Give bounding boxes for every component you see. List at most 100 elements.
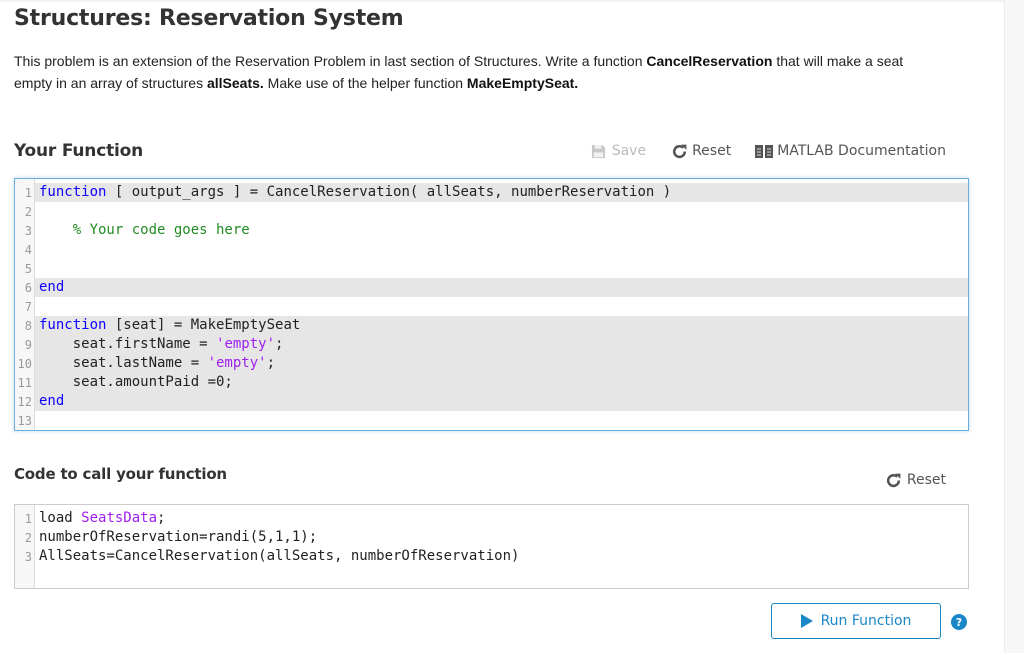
- code-line[interactable]: 11 seat.amountPaid =0;: [15, 373, 968, 392]
- line-number: 8: [24, 318, 32, 333]
- code-token: seat.firstName =: [39, 336, 217, 352]
- code-text[interactable]: seat.amountPaid =0;: [35, 373, 968, 392]
- documentation-label: MATLAB Documentation: [777, 143, 946, 159]
- string-token: 'empty': [207, 355, 267, 371]
- keyword-token: end: [39, 393, 65, 409]
- matlab-documentation-link[interactable]: MATLAB Documentation: [755, 142, 946, 160]
- line-number: 7: [24, 299, 32, 314]
- code-text[interactable]: seat.firstName = 'empty';: [35, 335, 968, 354]
- description-text: Make use of the helper function: [263, 75, 467, 91]
- code-text[interactable]: function [ output_args ] = CancelReserva…: [35, 183, 968, 202]
- code-token: load: [39, 510, 82, 526]
- code-token: [ output_args ] = CancelReservation( all…: [106, 184, 672, 200]
- description-emphasis: MakeEmptySeat.: [466, 75, 579, 91]
- code-text[interactable]: [35, 259, 968, 278]
- line-number: 2: [24, 530, 32, 545]
- call-code-editor[interactable]: 1 load SeatsData; 2 numberOfReservation=ran…: [14, 504, 969, 589]
- line-number: 4: [24, 242, 32, 257]
- line-number: 12: [17, 394, 32, 409]
- code-lines: 1 function [ output_args ] = CancelReserv…: [15, 183, 968, 430]
- string-token: SeatsData: [81, 510, 158, 526]
- code-line[interactable]: 4: [15, 240, 968, 259]
- floppy-disk-icon: [590, 142, 608, 160]
- code-text[interactable]: [35, 297, 968, 316]
- refresh-icon: [885, 471, 903, 489]
- line-number: 2: [24, 204, 32, 219]
- line-number: 13: [17, 413, 32, 428]
- code-line[interactable]: 1 load SeatsData;: [15, 509, 968, 528]
- code-lines: 1 load SeatsData; 2 numberOfReservation=ran…: [15, 509, 968, 566]
- keyword-token: function: [39, 317, 107, 333]
- string-token: 'empty': [216, 336, 276, 352]
- code-text[interactable]: end: [35, 278, 968, 297]
- play-icon: [800, 614, 813, 628]
- page-title: Structures: Reservation System: [14, 6, 404, 31]
- run-function-button[interactable]: Run Function: [771, 603, 941, 639]
- code-line[interactable]: 2: [15, 202, 968, 221]
- line-number: 6: [24, 280, 32, 295]
- line-number: 9: [24, 337, 32, 352]
- line-number: 3: [24, 549, 32, 564]
- description-emphasis: allSeats.: [206, 75, 264, 91]
- code-text[interactable]: [35, 240, 968, 259]
- code-text[interactable]: seat.lastName = 'empty';: [35, 354, 968, 373]
- code-text[interactable]: end: [35, 392, 968, 411]
- your-function-title: Your Function: [14, 141, 144, 161]
- code-text[interactable]: load SeatsData;: [35, 509, 968, 528]
- code-token: numberOfReservation=randi(5,1,1);: [39, 529, 318, 545]
- line-number: 11: [17, 375, 32, 390]
- description-emphasis: CancelReservation: [646, 53, 773, 69]
- code-text[interactable]: AllSeats=CancelReservation(allSeats, num…: [35, 547, 968, 566]
- code-token: [seat] = MakeEmptySeat: [106, 317, 301, 333]
- code-line[interactable]: 1 function [ output_args ] = CancelReserv…: [15, 183, 968, 202]
- line-number: 5: [24, 261, 32, 276]
- code-line[interactable]: 13: [15, 411, 968, 430]
- code-line[interactable]: 3 AllSeats=CancelReservation(allSeats, nu…: [15, 547, 968, 566]
- function-code-editor[interactable]: 1 function [ output_args ] = CancelReserv…: [14, 178, 969, 431]
- line-number: 10: [17, 356, 32, 371]
- run-function-label: Run Function: [820, 613, 912, 629]
- call-function-title: Code to call your function: [14, 465, 227, 483]
- code-text[interactable]: [35, 411, 968, 430]
- code-line[interactable]: 2 numberOfReservation=randi(5,1,1);: [15, 528, 968, 547]
- keyword-token: end: [39, 279, 65, 295]
- code-line[interactable]: 7: [15, 297, 968, 316]
- refresh-icon: [670, 142, 688, 160]
- code-line[interactable]: 6 end: [15, 278, 968, 297]
- line-number: 1: [24, 511, 32, 526]
- code-text[interactable]: [35, 202, 968, 221]
- editor-toolbar: Save Reset MATLAB Documentation: [566, 142, 946, 160]
- reset-button[interactable]: Reset: [670, 142, 731, 160]
- code-line[interactable]: 10 seat.lastName = 'empty';: [15, 354, 968, 373]
- code-text[interactable]: function [seat] = MakeEmptySeat: [35, 316, 968, 335]
- code-token: seat.lastName =: [39, 355, 208, 371]
- question-circle-icon[interactable]: ?: [951, 614, 967, 630]
- problem-description: This problem is an extension of the Rese…: [14, 50, 944, 94]
- code-text[interactable]: numberOfReservation=randi(5,1,1);: [35, 528, 968, 547]
- code-text[interactable]: % Your code goes here: [35, 221, 968, 240]
- code-line[interactable]: 8 function [seat] = MakeEmptySeat: [15, 316, 968, 335]
- line-number: 3: [24, 223, 32, 238]
- reset-label: Reset: [692, 143, 732, 159]
- code-token: ;: [157, 510, 166, 526]
- description-text: This problem is an extension of the Rese…: [14, 53, 647, 69]
- top-shadow: [0, 0, 1004, 3]
- code-token: ;: [275, 336, 284, 352]
- code-token: AllSeats=CancelReservation(allSeats, num…: [39, 548, 520, 564]
- save-button[interactable]: Save: [590, 142, 646, 160]
- keyword-token: function: [39, 184, 107, 200]
- line-number: 1: [24, 185, 32, 200]
- code-line[interactable]: 9 seat.firstName = 'empty';: [15, 335, 968, 354]
- save-label: Save: [611, 143, 647, 159]
- book-icon: [755, 142, 774, 160]
- code-line[interactable]: 3 % Your code goes here: [15, 221, 968, 240]
- call-reset-label: Reset: [906, 472, 946, 488]
- code-line[interactable]: 5: [15, 259, 968, 278]
- page-scrollbar[interactable]: [1004, 0, 1024, 653]
- code-token: seat.amountPaid =0;: [39, 374, 233, 390]
- code-token: ;: [266, 355, 276, 371]
- call-reset-button[interactable]: Reset: [885, 471, 946, 489]
- code-line[interactable]: 12 end: [15, 392, 968, 411]
- comment-token: % Your code goes here: [72, 222, 250, 238]
